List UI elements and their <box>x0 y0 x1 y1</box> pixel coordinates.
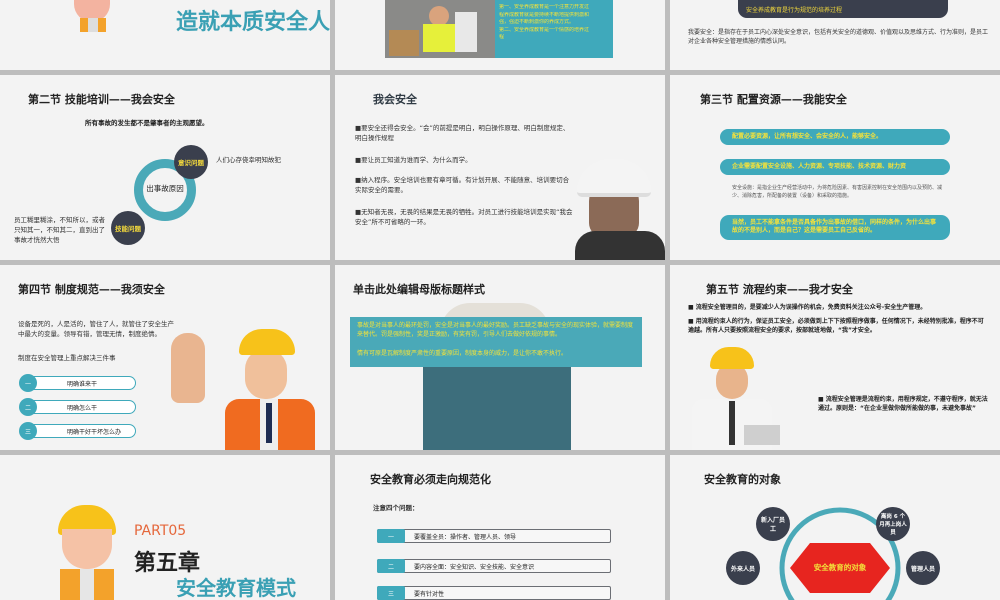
slide-7-sub: 制度在安全管理上重点解决三件事 <box>18 354 116 362</box>
slide-3-text: 我要安全：是指存在于员工内心深处安全意识，包括有关安全的道德观、价值观以及思维方… <box>688 29 989 46</box>
slide-11-sub: 注意四个问题： <box>373 504 419 512</box>
rule-item: 一 明确谁来干 <box>19 374 136 392</box>
slide-2-line: 强，强迫不断刺激你的养成方式。 <box>499 19 575 25</box>
slide-2-text-box: 第一、安全养成教育是一个注意力开发过 程养成教育就是要持续不断地提供刺激和 强，… <box>495 0 613 58</box>
rule-item-label: 明确谁来干 <box>67 381 98 388</box>
rule-bar: 二 要内容全面：安全知识、安全技能、安全意识 <box>377 559 611 573</box>
skill-text: 员工糊里糊涂，不知所以，或者只知其一，不知其二，直到出了事故才恍然大悟 <box>14 216 105 245</box>
rule-bar: 一 要覆盖全员：操作者、管理人员、领导 <box>377 529 611 543</box>
rule-bar-label: 要内容全面：安全知识、安全技能、安全意识 <box>414 564 535 571</box>
target-node: 新入厂员工 <box>756 507 790 541</box>
warehouse-photo <box>385 0 495 58</box>
slide-11-title: 安全教育必须走向规范化 <box>370 473 491 486</box>
slide-1[interactable]: 造就本质安全人 <box>0 0 330 70</box>
target-node: 外来人员 <box>726 551 760 585</box>
rule-item: 二 明确怎么干 <box>19 398 136 416</box>
slide-9-note: ■ 流程安全管理是流程约束，用程序规定，不遵守程序，就无法通过。原则是：“在企业… <box>818 396 988 413</box>
slide-5[interactable]: 我会安全 ■要安全还得会安全。“会”的前提是明白，明白操作原理、明白制度规定、明… <box>335 75 665 260</box>
slide-3-banner: 安全养成教育是行为规范的培养过程 <box>738 0 948 18</box>
rule-item-num: 一 <box>19 374 37 392</box>
chapter-name: 安全教育模式 <box>176 576 296 600</box>
rule-item-label: 明确干好干坏怎么办 <box>67 429 122 436</box>
slide-8-title: 单击此处编辑母版标题样式 <box>353 283 485 296</box>
resource-pill-2: 企业需要配置安全设施、人力资源、专项技能、技术资源、财力资 <box>720 159 950 176</box>
resource-note: 安全设施：是指企业生产经营活动中，为将危险因素、有害因素控制在安全范围内以及预防… <box>732 185 943 199</box>
skill-circle: 技能问题 <box>111 211 145 245</box>
slide-5-para: ■要让员工知道为谁而学、为什么而学。 <box>355 156 472 164</box>
slide-8-dark-box <box>423 367 571 450</box>
slide-4-subtitle: 所有事故的发生都不是肇事者的主观愿望。 <box>85 119 209 127</box>
slide-2-line: 第二、安全养成教育是一个情感的培养过 <box>499 26 590 33</box>
worker-illustration <box>68 0 116 32</box>
rule-bar-label: 要覆盖全员：操作者、管理人员、领导 <box>414 534 517 541</box>
cartoon-worker-illustration <box>52 505 122 600</box>
slide-7-text: 设备是死的，人是活的，管住了人，就管住了安全生产中最大的变量。领导有错，管理无情… <box>18 320 174 339</box>
slide-3[interactable]: 安全养成教育是行为规范的培养过程 我要安全：是指存在于员工内心深处安全意识，包括… <box>670 0 1000 70</box>
rule-bar-num: 三 <box>377 586 405 600</box>
part-label: PART05 <box>134 523 187 539</box>
slide-4[interactable]: 第二节 技能培训——我会安全 所有事故的发生都不是肇事者的主观愿望。 出事故原因… <box>0 75 330 260</box>
slide-8[interactable]: 单击此处编辑母版标题样式 事故是对当事人的最环处罚，安全是对当事人的最好奖励。员… <box>335 265 665 450</box>
rule-bar-num: 二 <box>377 559 405 573</box>
slide-5-para: ■要安全还得会安全。“会”的前提是明白，明白操作原理、明白制度规定、明白操作规程 <box>355 124 570 143</box>
slide-12[interactable]: 安全教育的对象 安全教育的对象 新入厂员工 离岗 6 个月再上岗人员 外来人员 … <box>670 455 1000 600</box>
slide-2-line: 程养成教育就是要持续不断地提供刺激和 <box>499 11 590 18</box>
awareness-text: 人们心存侥幸明知故犯 <box>216 156 281 164</box>
slide-6-title: 第三节 配置资源——我能安全 <box>700 93 847 106</box>
resource-pill-1: 配置必要资源，让所有想安全、会安全的人，能够安全。 <box>720 129 950 146</box>
slide-4-title: 第二节 技能培训——我会安全 <box>28 93 175 106</box>
slide-2-line: 第一、安全养成教育是一个注意力开发过 <box>499 4 590 10</box>
rule-bar-label: 要有针对性 <box>414 591 445 598</box>
slide-8-item: 事故是对当事人的最环处罚，安全是对当事人的最好奖励。员工缺乏事故与安全的现实体验… <box>357 322 634 339</box>
rule-item-num: 二 <box>19 398 37 416</box>
hardhat-worker-photo <box>575 159 665 260</box>
slide-1-heading: 造就本质安全人 <box>176 10 330 35</box>
rule-item-num: 三 <box>19 422 37 440</box>
target-center-label: 安全教育的对象 <box>813 563 867 572</box>
slide-2-line: 程 <box>499 34 505 40</box>
slide-11[interactable]: 安全教育必须走向规范化 注意四个问题： 一 要覆盖全员：操作者、管理人员、领导 … <box>335 455 665 600</box>
cause-center-label: 出事故原因 <box>146 184 184 193</box>
slide-5-para: ■无知者无畏，无畏的结果是无畏的牺牲。对员工进行技能培训是实现“我会安全”所不可… <box>355 208 573 227</box>
slide-7[interactable]: 第四节 制度规范——我须安全 设备是死的，人是活的，管住了人，就管住了安全生产中… <box>0 265 330 450</box>
target-node: 离岗 6 个月再上岗人员 <box>876 507 910 541</box>
inspector-worker-photo <box>682 345 782 450</box>
stop-gesture-worker-photo <box>165 327 325 450</box>
slide-9-para: ■ 流程安全管理目的，是要减少人为误操作的机会，免费资料关注公众号-安全生产管理… <box>688 304 927 311</box>
rule-bar: 三 要有针对性 <box>377 586 611 600</box>
slide-12-title: 安全教育的对象 <box>704 473 781 486</box>
rule-item-label: 明确怎么干 <box>67 405 98 412</box>
slide-5-para: ■纳入程序。安全培训也要有章可循。有计划开展、不能随意、培训要切合实际安全的需要… <box>355 176 570 195</box>
target-node: 管理人员 <box>906 551 940 585</box>
slide-7-title: 第四节 制度规范——我须安全 <box>18 283 165 296</box>
resource-pill-3: 当然，员工不能拿条件是否具备作为出事故的借口，同样的条件，为什么出事故的不是别人… <box>720 215 950 240</box>
slide-6[interactable]: 第三节 配置资源——我能安全 配置必要资源，让所有想安全、会安全的人，能够安全。… <box>670 75 1000 260</box>
awareness-circle: 意识问题 <box>174 145 208 179</box>
slide-5-title: 我会安全 <box>373 93 417 106</box>
slide-2[interactable]: 第一、安全养成教育是一个注意力开发过 程养成教育就是要持续不断地提供刺激和 强，… <box>335 0 665 70</box>
rule-item: 三 明确干好干坏怎么办 <box>19 422 136 440</box>
slide-9-title: 第五节 流程约束——我才安全 <box>706 283 853 296</box>
slide-8-item: 情有可原是瓦解制度严肃性的重要原因，制度本身的威力，是让你不敢不执行。 <box>357 350 568 357</box>
slide-9-para: ■ 用流程约束人的行为，保证员工安全，必须做到上下下按照程序做事，任何情况下，未… <box>688 318 984 335</box>
rule-bar-num: 一 <box>377 529 405 543</box>
slide-10[interactable]: PART05 第五章 安全教育模式 <box>0 455 330 600</box>
slide-9[interactable]: 第五节 流程约束——我才安全 ■ 流程安全管理目的，是要减少人为误操作的机会，免… <box>670 265 1000 450</box>
